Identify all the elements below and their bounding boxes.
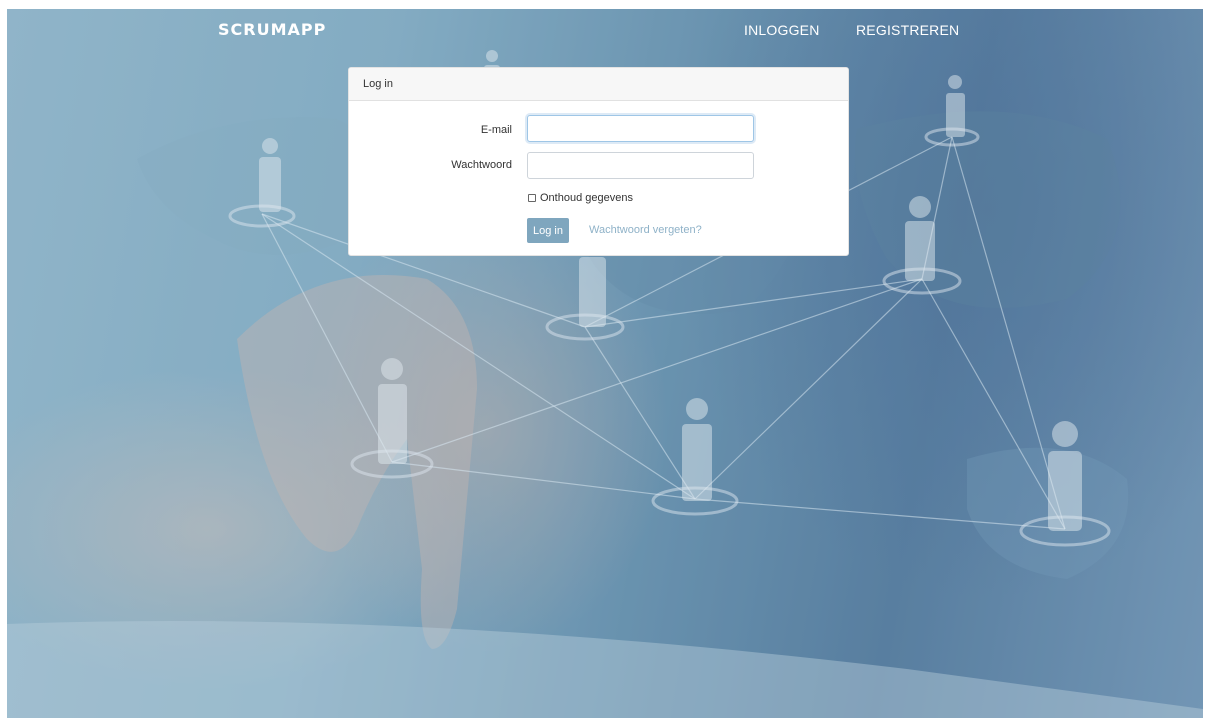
login-card-header: Log in [349,68,848,101]
email-label: E-mail [480,124,512,136]
remember-row[interactable]: Onthoud gegevens [528,192,633,204]
brand-logo[interactable]: SCRUMAPP [218,20,326,39]
password-label: Wachtwoord [451,159,512,171]
remember-checkbox[interactable] [528,194,536,202]
forgot-password-link[interactable]: Wachtwoord vergeten? [589,224,702,236]
password-field[interactable] [527,152,754,179]
email-field[interactable] [527,115,754,142]
login-button[interactable]: Log in [527,218,569,243]
remember-label: Onthoud gegevens [540,192,633,204]
top-navbar: SCRUMAPP INLOGGEN REGISTREREN [7,9,1203,49]
background-hero: SCRUMAPP INLOGGEN REGISTREREN Log in E-m… [7,9,1203,718]
nav-login-link[interactable]: INLOGGEN [744,22,820,38]
nav-register-link[interactable]: REGISTREREN [856,22,959,38]
login-card: Log in E-mail Wachtwoord Onthoud gegeven… [348,67,849,256]
